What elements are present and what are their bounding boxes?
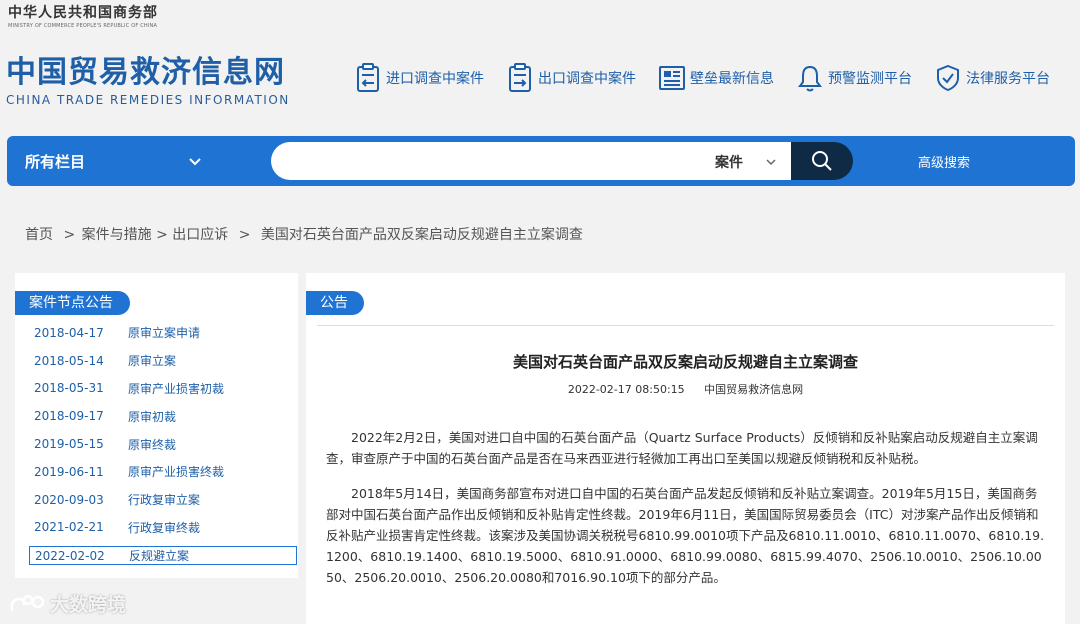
nav-export-cases[interactable]: 出口调查中案件 [506, 63, 636, 93]
case-node-item[interactable]: 2018-05-14 原审立案 [29, 347, 297, 375]
case-node-date: 2021-02-21 [34, 520, 104, 535]
article-panel: 公告 美国对石英台面产品双反案启动反规避自主立案调查 2022-02-17 08… [306, 273, 1065, 624]
ministry-name-en: MINISTRY OF COMMERCE PEOPLE'S REPUBLIC O… [8, 23, 158, 29]
search-icon [812, 151, 832, 171]
breadcrumb-separator: > [156, 227, 168, 243]
case-node-item-active[interactable]: 2022-02-02 反规避立案 [29, 546, 297, 566]
bell-icon [798, 65, 822, 92]
ministry-header: 中华人民共和国商务部 MINISTRY OF COMMERCE PEOPLE'S… [8, 2, 158, 29]
case-node-label: 原审立案 [128, 354, 177, 369]
case-node-label: 原审立案申请 [128, 326, 201, 341]
case-node-title: 案件节点公告 [15, 291, 130, 315]
nav-barrier-news-label: 壁垒最新信息 [690, 71, 774, 87]
watermark: 大数跨境 [8, 590, 126, 617]
case-node-label: 行政复审终裁 [128, 520, 201, 535]
breadcrumb-separator: > [63, 227, 76, 243]
article-datetime: 2022-02-17 08:50:15 [567, 383, 685, 396]
breadcrumb-cases-measures[interactable]: 案件与措施 [82, 227, 152, 243]
case-node-date: 2018-09-17 [34, 409, 104, 424]
case-node-date: 2018-05-31 [34, 381, 104, 396]
export-case-icon [509, 63, 531, 92]
case-node-item[interactable]: 2019-06-11 原审产业损害终裁 [29, 458, 297, 486]
breadcrumb-export-response[interactable]: 出口应诉 [172, 227, 228, 243]
site-logo-cn: 中国贸易救济信息网 [6, 55, 285, 90]
case-node-item[interactable]: 2018-09-17 原审初裁 [29, 402, 297, 430]
case-node-label: 原审产业损害初裁 [128, 381, 225, 396]
breadcrumb-current: 美国对石英台面产品双反案启动反规避自主立案调查 [260, 227, 583, 243]
search-button[interactable] [791, 142, 853, 180]
case-node-item[interactable]: 2020-09-03 行政复审立案 [29, 486, 297, 514]
import-case-icon [357, 63, 379, 92]
case-node-date: 2018-05-14 [34, 353, 104, 368]
nav-export-cases-label: 出口调查中案件 [538, 71, 636, 87]
search-type-select[interactable]: 案件 [715, 152, 743, 172]
nav-import-cases[interactable]: 进口调查中案件 [354, 63, 484, 93]
article-section-tag: 公告 [306, 291, 364, 315]
article-paragraph: 2018年5月14日，美国商务部宣布对进口自中国的石英台面产品发起反倾销和反补贴… [326, 486, 1045, 585]
case-node-label: 原审产业损害终裁 [128, 465, 225, 480]
breadcrumb-separator: > [238, 227, 251, 243]
case-node-item[interactable]: 2021-02-21 行政复审终裁 [29, 514, 297, 542]
article-body: 2022年2月2日，美国对进口自中国的石英台面产品（Quartz Surface… [326, 427, 1048, 602]
barrier-news-icon [659, 66, 685, 90]
case-node-label: 行政复审立案 [128, 493, 201, 508]
case-node-date: 2018-04-17 [34, 325, 104, 340]
chevron-down-icon[interactable] [765, 156, 777, 168]
nav-warning-platform-label: 预警监测平台 [828, 71, 912, 87]
nav-legal-platform-label: 法律服务平台 [966, 71, 1050, 87]
article-meta: 2022-02-17 08:50:15 中国贸易救济信息网 [306, 381, 1065, 397]
breadcrumb: 首页 > 案件与措施 > 出口应诉 > 美国对石英台面产品双反案启动反规避自主立… [25, 224, 583, 244]
case-node-date: 2019-05-15 [34, 437, 104, 452]
case-node-date: 2019-06-11 [34, 464, 104, 479]
article-source: 中国贸易救济信息网 [704, 383, 804, 396]
search-category-select[interactable]: 所有栏目 [25, 151, 85, 172]
breadcrumb-home[interactable]: 首页 [25, 227, 53, 243]
nav-warning-platform[interactable]: 预警监测平台 [796, 63, 912, 93]
shield-check-icon [937, 64, 959, 92]
case-node-date: 2022-02-02 [35, 548, 105, 563]
divider [317, 325, 1054, 326]
nav-barrier-news[interactable]: 壁垒最新信息 [658, 63, 774, 93]
search-input-wrapper: 案件 [271, 142, 791, 180]
advanced-search-link[interactable]: 高级搜索 [918, 152, 970, 171]
article-paragraph: 2022年2月2日，美国对进口自中国的石英台面产品（Quartz Surface… [326, 430, 1038, 466]
nav-import-cases-label: 进口调查中案件 [386, 71, 484, 87]
article-title: 美国对石英台面产品双反案启动反规避自主立案调查 [512, 353, 858, 371]
case-node-date: 2020-09-03 [34, 492, 104, 507]
ministry-name-cn: 中华人民共和国商务部 [8, 5, 158, 21]
case-node-label: 反规避立案 [129, 549, 190, 564]
case-node-item[interactable]: 2018-04-17 原审立案申请 [29, 319, 297, 347]
watermark-text: 大数跨境 [50, 594, 127, 616]
search-bar: 所有栏目 案件 高级搜索 [7, 136, 1075, 186]
site-logo[interactable]: 中国贸易救济信息网 CHINA TRADE REMEDIES INFORMATI… [6, 55, 290, 107]
top-nav: 进口调查中案件 出口调查中案件 壁垒最新信息 预警监测平台 法律服务平台 [354, 60, 1072, 96]
case-node-item[interactable]: 2019-05-15 原审终裁 [29, 430, 297, 458]
site-logo-en: CHINA TRADE REMEDIES INFORMATION [6, 93, 290, 107]
chevron-down-icon[interactable] [185, 151, 205, 171]
case-node-label: 原审终裁 [128, 437, 177, 452]
case-node-item[interactable]: 2018-05-31 原审产业损害初裁 [29, 375, 297, 403]
case-node-list: 2018-04-17 原审立案申请 2018-05-14 原审立案 2018-05-… [29, 319, 297, 566]
watermark-logo-icon [10, 594, 45, 611]
case-node-label: 原审初裁 [128, 409, 177, 424]
case-node-panel: 案件节点公告 2018-04-17 原审立案申请 2018-05-14 原审立案 2… [15, 273, 298, 578]
nav-legal-platform[interactable]: 法律服务平台 [934, 63, 1050, 93]
search-input[interactable] [289, 142, 689, 180]
